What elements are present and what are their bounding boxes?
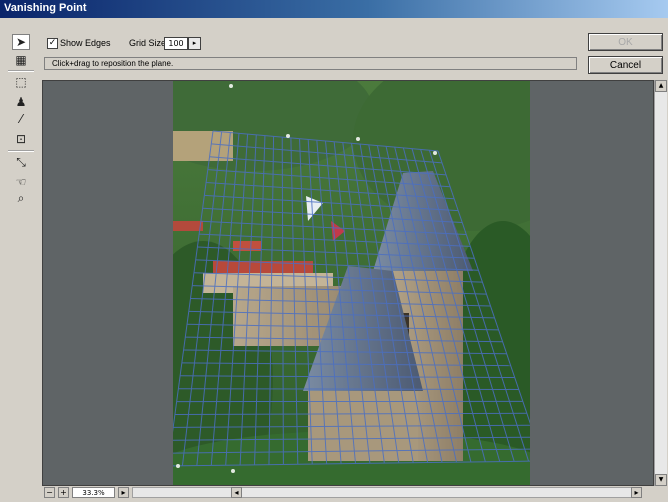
- scroll-left-button[interactable]: ◂: [231, 487, 242, 498]
- preview-canvas[interactable]: [42, 80, 654, 486]
- photo-illustration: [173, 81, 530, 485]
- grid-size-input[interactable]: 100: [164, 37, 188, 50]
- plane-handle: [176, 464, 180, 468]
- edit-plane-tool[interactable]: ➤: [12, 34, 30, 50]
- tool-separator: [8, 150, 34, 152]
- show-edges-checkbox[interactable]: ✓: [47, 38, 58, 49]
- zoom-out-button[interactable]: −: [44, 487, 55, 498]
- arrow-pointer-icon: ➤: [15, 35, 27, 49]
- grid-size-label: Grid Size:: [129, 38, 169, 48]
- title-bar: Vanishing Point: [0, 0, 668, 18]
- marquee-tool[interactable]: ⬚: [12, 74, 30, 90]
- scroll-right-button[interactable]: ▸: [631, 487, 642, 498]
- plane-handle: [231, 469, 235, 473]
- zoom-in-button[interactable]: +: [58, 487, 69, 498]
- status-bar: − + 33.3% ▸ ◂ ▸: [42, 487, 654, 499]
- chevron-right-icon: ▸: [121, 488, 126, 497]
- minus-icon: −: [46, 488, 53, 497]
- hand-tool[interactable]: ☜: [12, 174, 30, 190]
- create-plane-tool[interactable]: ▦: [12, 52, 30, 68]
- window-title: Vanishing Point: [4, 2, 87, 14]
- chevron-right-icon: ▸: [192, 39, 197, 47]
- brush-icon: ⁄: [19, 112, 22, 126]
- tool-separator: [8, 70, 34, 72]
- transform-icon: ⊡: [15, 132, 27, 146]
- zoom-menu-button[interactable]: ▸: [118, 487, 129, 498]
- show-edges-label: Show Edges: [60, 38, 111, 48]
- arrow-left-icon: ◂: [234, 488, 239, 497]
- magnifier-icon: ⌕: [17, 190, 25, 205]
- dashed-rectangle-icon: ⬚: [15, 75, 27, 89]
- grid-plane-icon: ▦: [15, 53, 27, 67]
- vertical-scrollbar[interactable]: ▲ ▼: [654, 80, 667, 486]
- arrow-right-icon: ▸: [634, 488, 639, 497]
- plane-handle: [286, 134, 290, 138]
- stamp-tool[interactable]: ♟: [12, 94, 30, 110]
- arrow-down-icon: ▼: [658, 476, 664, 483]
- plane-handle: [433, 151, 437, 155]
- plus-icon: +: [60, 488, 67, 497]
- plane-handle: [356, 137, 360, 141]
- brush-tool[interactable]: ⁄: [12, 111, 30, 127]
- cancel-button[interactable]: Cancel: [588, 56, 663, 74]
- grid-size-dropdown-button[interactable]: ▸: [188, 37, 201, 50]
- eyedropper-tool[interactable]: ⤡: [12, 154, 30, 170]
- eyedropper-icon: ⤡: [16, 154, 26, 169]
- stamp-icon: ♟: [15, 95, 27, 109]
- scroll-up-button[interactable]: ▲: [655, 80, 667, 92]
- scroll-down-button[interactable]: ▼: [655, 474, 667, 486]
- ok-button[interactable]: OK: [588, 33, 663, 51]
- hand-icon: ☜: [15, 175, 27, 189]
- plane-handle: [229, 84, 233, 88]
- transform-tool[interactable]: ⊡: [12, 131, 30, 147]
- castle-photo[interactable]: [173, 81, 530, 485]
- zoom-level-field[interactable]: 33.3%: [72, 487, 115, 498]
- zoom-tool[interactable]: ⌕: [12, 190, 30, 206]
- tool-palette: ➤ ▦ ⬚ ♟ ⁄ ⊡ ⤡ ☜ ⌕: [0, 18, 40, 502]
- hint-text: Click+drag to reposition the plane.: [52, 59, 174, 68]
- arrow-up-icon: ▲: [658, 82, 664, 89]
- hint-bar: Click+drag to reposition the plane.: [44, 57, 577, 70]
- horizontal-scrollbar[interactable]: ◂ ▸: [132, 487, 642, 498]
